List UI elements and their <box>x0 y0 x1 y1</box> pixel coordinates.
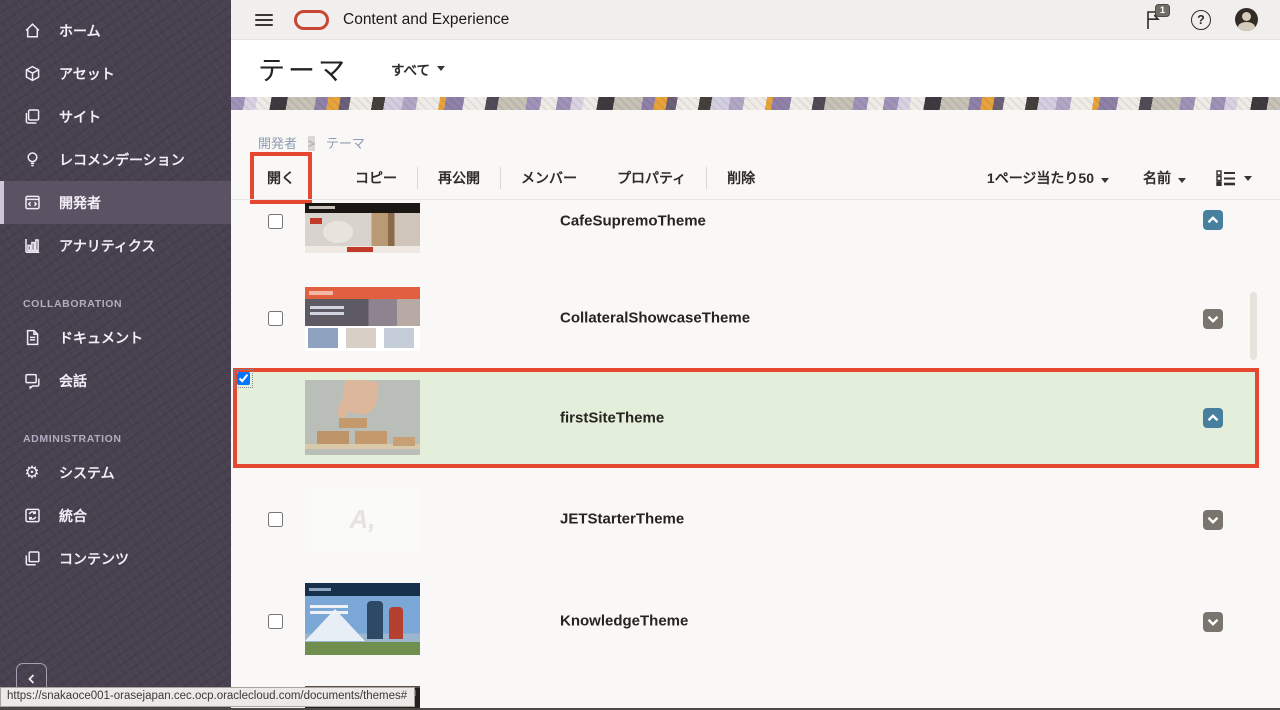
page-size-dropdown[interactable]: 1ページ当たり50 <box>987 168 1109 188</box>
row-checkbox[interactable] <box>237 372 250 385</box>
chevron-down-button[interactable] <box>1203 309 1223 329</box>
row-checkbox[interactable] <box>268 512 283 527</box>
theme-row-collateralshowcase[interactable]: CollateralShowcaseTheme <box>231 268 1280 368</box>
row-checkbox[interactable] <box>268 614 283 629</box>
breadcrumb-link-developer[interactable]: 開発者 <box>258 136 297 151</box>
chevron-down-button[interactable] <box>1203 612 1223 632</box>
theme-row-jetstarter[interactable]: A, JETStarterTheme <box>231 468 1280 570</box>
breadcrumb: 開発者 > テーマ <box>258 133 365 152</box>
copy-button[interactable]: コピー <box>355 168 397 188</box>
chevron-down-icon <box>1101 178 1109 183</box>
properties-button[interactable]: プロパティ <box>617 168 686 188</box>
avatar[interactable] <box>1235 8 1258 31</box>
sidebar-item-label: レコメンデーション <box>59 150 185 170</box>
app-title: Content and Experience <box>343 11 509 29</box>
sidebar-item-sites[interactable]: サイト <box>0 95 231 138</box>
decorative-banner <box>231 97 1280 110</box>
pages-icon <box>22 107 42 127</box>
breadcrumb-separator: > <box>308 136 316 151</box>
page-title: テーマ <box>258 49 348 88</box>
status-url-tooltip: https://snakaoce001-orasejapan.cec.ocp.o… <box>0 687 415 707</box>
app-header: Content and Experience 1 ? <box>231 0 1280 40</box>
sidebar-item-assets[interactable]: アセット <box>0 52 231 95</box>
theme-row-knowledge[interactable]: KnowledgeTheme <box>231 570 1280 672</box>
sidebar: ホーム アセット サイト レコメンデーション 開発者 <box>0 0 231 710</box>
sidebar-item-content[interactable]: コンテンツ <box>0 537 231 580</box>
theme-thumbnail <box>305 380 420 455</box>
sidebar-item-label: 会話 <box>59 371 87 391</box>
chevron-down-button[interactable] <box>1203 510 1223 530</box>
view-toggle-dropdown[interactable] <box>1216 170 1252 186</box>
home-icon <box>22 21 42 41</box>
toolbar-divider <box>500 167 501 189</box>
code-window-icon <box>22 193 42 213</box>
chevron-up-button[interactable] <box>1203 210 1223 230</box>
theme-name: KnowledgeTheme <box>560 613 688 630</box>
chevron-up-button[interactable] <box>1203 408 1223 428</box>
bar-chart-icon <box>22 236 42 256</box>
sidebar-item-integration[interactable]: 統合 <box>0 494 231 537</box>
sidebar-item-label: ホーム <box>59 21 101 41</box>
chat-icon <box>22 371 42 391</box>
members-button[interactable]: メンバー <box>521 168 577 188</box>
sidebar-item-label: アセット <box>59 64 115 84</box>
page-title-bar: テーマ すべて <box>231 40 1280 97</box>
gear-icon: ⚙ <box>22 463 42 483</box>
sidebar-item-analytics[interactable]: アナリティクス <box>0 224 231 267</box>
sidebar-item-label: ドキュメント <box>59 328 143 348</box>
toolbar-divider <box>706 167 707 189</box>
open-button[interactable]: 開く <box>267 168 295 188</box>
sidebar-item-label: システム <box>59 463 115 483</box>
theme-name: CafeSupremoTheme <box>560 213 706 230</box>
breadcrumb-current: テーマ <box>326 136 365 151</box>
content-area: 開発者 > テーマ 開く コピー 再公開 メンバー プロパティ 削除 1ページ当… <box>231 110 1280 710</box>
delete-button[interactable]: 削除 <box>727 168 755 188</box>
row-checkbox[interactable] <box>268 311 283 326</box>
sidebar-item-recommendations[interactable]: レコメンデーション <box>0 138 231 181</box>
lightbulb-icon <box>22 150 42 170</box>
list-view-icon <box>1216 170 1237 186</box>
theme-thumbnail <box>305 203 420 253</box>
layers-icon <box>22 549 42 569</box>
theme-row-cafesupremo[interactable]: CafeSupremoTheme <box>231 200 1280 268</box>
row-checkbox[interactable] <box>268 214 283 229</box>
sidebar-item-label: アナリティクス <box>59 236 155 256</box>
sidebar-item-label: コンテンツ <box>59 549 129 569</box>
highlight-box-open: 開く <box>250 152 312 204</box>
sidebar-item-developer[interactable]: 開発者 <box>0 181 231 224</box>
chevron-down-icon <box>437 66 445 71</box>
theme-thumbnail-placeholder: A, <box>305 487 420 552</box>
scrollbar-thumb[interactable] <box>1250 292 1257 360</box>
chevron-down-icon <box>1244 176 1252 181</box>
sidebar-item-label: 統合 <box>59 506 87 526</box>
theme-name: JETStarterTheme <box>560 511 684 528</box>
oracle-logo-icon <box>294 10 329 30</box>
help-icon[interactable]: ? <box>1191 10 1211 30</box>
theme-name: CollateralShowcaseTheme <box>560 310 750 327</box>
notification-badge: 1 <box>1155 4 1170 17</box>
republish-button[interactable]: 再公開 <box>438 168 480 188</box>
section-administration: ADMINISTRATION <box>23 433 231 445</box>
chevron-down-icon <box>1178 178 1186 183</box>
theme-name: firstSiteTheme <box>560 410 664 427</box>
theme-thumbnail <box>305 287 420 351</box>
section-collaboration: COLLABORATION <box>23 298 231 310</box>
sidebar-item-label: サイト <box>59 107 101 127</box>
toolbar: 開く コピー 再公開 メンバー プロパティ 削除 1ページ当たり50 名前 <box>250 153 1252 203</box>
toolbar-divider <box>417 167 418 189</box>
document-icon <box>22 328 42 348</box>
sidebar-item-label: 開発者 <box>59 193 101 213</box>
sidebar-item-conversations[interactable]: 会話 <box>0 359 231 402</box>
menu-icon[interactable] <box>255 11 273 29</box>
integration-icon <box>22 506 42 526</box>
notifications-flag-icon[interactable]: 1 <box>1143 8 1167 32</box>
sort-dropdown[interactable]: 名前 <box>1143 168 1186 188</box>
sidebar-item-documents[interactable]: ドキュメント <box>0 316 231 359</box>
cube-icon <box>22 64 42 84</box>
filter-dropdown[interactable]: すべて <box>391 59 445 79</box>
sidebar-item-system[interactable]: ⚙ システム <box>0 451 231 494</box>
theme-row-firstsite-selected[interactable]: firstSiteTheme <box>233 368 1259 468</box>
theme-thumbnail <box>305 583 420 655</box>
sidebar-item-home[interactable]: ホーム <box>0 9 231 52</box>
